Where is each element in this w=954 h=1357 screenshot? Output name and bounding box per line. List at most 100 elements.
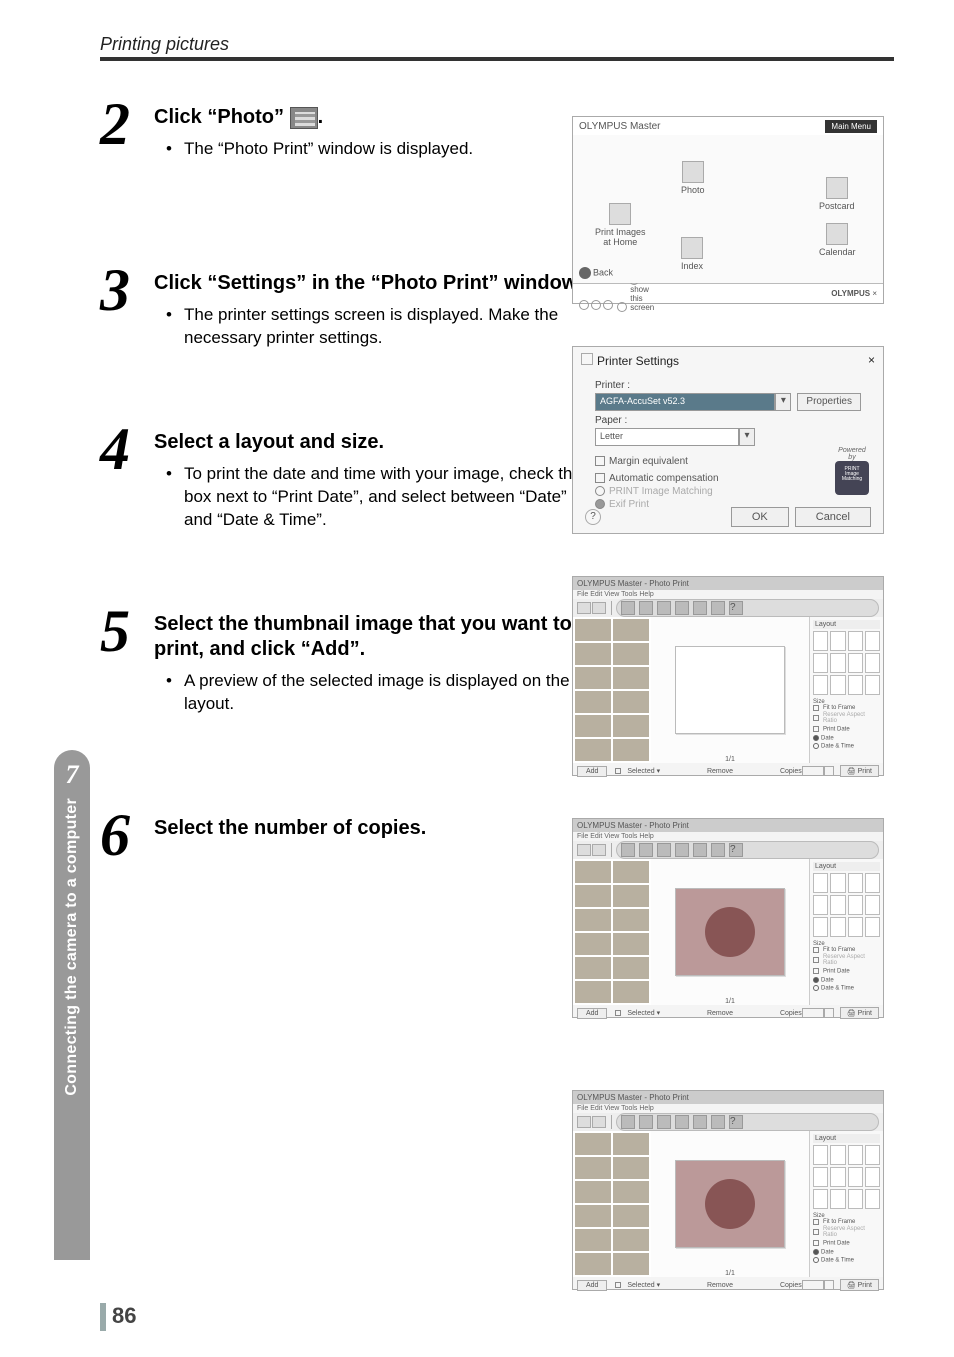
layout-option[interactable] — [830, 1167, 845, 1187]
print-date-checkbox[interactable] — [813, 1240, 819, 1246]
layout-option[interactable] — [865, 873, 880, 893]
pp-menu-bar[interactable]: File Edit View Tools Help — [573, 590, 883, 599]
thumbnail-item[interactable] — [575, 691, 611, 713]
tab-postcard-icon[interactable] — [657, 843, 671, 857]
layout-option[interactable] — [865, 1145, 880, 1165]
tab-index-icon[interactable] — [639, 601, 653, 615]
layout-option[interactable] — [813, 653, 828, 673]
layout-option[interactable] — [830, 675, 845, 695]
thumbnail-item[interactable] — [575, 981, 611, 1003]
add-button[interactable]: Add — [577, 1280, 607, 1291]
tab-preview-icon[interactable] — [711, 843, 725, 857]
thumbnail-item[interactable] — [575, 715, 611, 737]
close-button[interactable]: × — [868, 353, 875, 368]
reserve-aspect-checkbox[interactable] — [813, 957, 819, 963]
datetime-radio[interactable] — [813, 985, 819, 991]
tab-postcard-icon[interactable] — [657, 601, 671, 615]
remove-button[interactable]: Remove — [707, 1010, 733, 1017]
datetime-radio[interactable] — [813, 743, 819, 749]
menu-item-photo[interactable]: Photo — [681, 161, 705, 195]
print-button[interactable]: 🖨 Print — [840, 765, 879, 777]
paper-dropdown[interactable]: Letter — [595, 428, 739, 446]
thumbnail-item[interactable] — [575, 957, 611, 979]
tab-help-icon[interactable]: ? — [729, 601, 743, 615]
layout-option[interactable] — [813, 873, 828, 893]
tab-photo-icon[interactable] — [621, 601, 635, 615]
thumbnail-item[interactable] — [575, 619, 611, 641]
options-circle-icon[interactable] — [603, 300, 613, 310]
layout-option[interactable] — [848, 1189, 863, 1209]
tab-postcard-icon[interactable] — [657, 1115, 671, 1129]
date-radio[interactable] — [813, 977, 819, 983]
layout-option[interactable] — [848, 1145, 863, 1165]
layout-option[interactable] — [848, 631, 863, 651]
thumbnail-item[interactable] — [575, 933, 611, 955]
layout-option[interactable] — [813, 1167, 828, 1187]
thumbnail-item[interactable] — [575, 739, 611, 761]
copies-spinner[interactable] — [824, 1008, 834, 1018]
thumbnail-item[interactable] — [575, 667, 611, 689]
menu-item-calendar[interactable]: Calendar — [819, 223, 856, 257]
layout-option[interactable] — [848, 917, 863, 937]
copies-spinner[interactable] — [824, 766, 834, 776]
fit-to-frame-checkbox[interactable] — [813, 1219, 819, 1225]
thumbnail-item[interactable] — [613, 1157, 649, 1179]
thumbnail-item[interactable] — [613, 619, 649, 641]
thumbnail-item[interactable] — [613, 1229, 649, 1251]
nav-next-button[interactable] — [592, 1116, 606, 1128]
print-date-checkbox[interactable] — [813, 726, 819, 732]
reserve-aspect-checkbox[interactable] — [813, 715, 819, 721]
back-button[interactable]: Back — [579, 267, 613, 279]
margin-equivalent-row[interactable]: Margin equivalent — [595, 456, 861, 467]
thumbnail-item[interactable] — [613, 1205, 649, 1227]
nav-prev-button[interactable] — [577, 602, 591, 614]
tab-photo-icon[interactable] — [621, 843, 635, 857]
pp-menu-bar[interactable]: File Edit View Tools Help — [573, 832, 883, 841]
menu-item-print-images[interactable]: Print Images at Home — [595, 203, 646, 247]
tab-settings-icon[interactable] — [693, 1115, 707, 1129]
layout-option[interactable] — [848, 873, 863, 893]
ok-button[interactable]: OK — [731, 507, 789, 527]
thumbnail-item[interactable] — [613, 715, 649, 737]
layout-option[interactable] — [830, 917, 845, 937]
tab-index-icon[interactable] — [639, 1115, 653, 1129]
layout-option[interactable] — [830, 873, 845, 893]
print-button[interactable]: 🖨 Print — [840, 1279, 879, 1291]
auto-compensation-row[interactable]: Automatic compensation — [595, 473, 861, 484]
layout-option[interactable] — [865, 653, 880, 673]
thumbnail-item[interactable] — [575, 1229, 611, 1251]
thumbnail-item[interactable] — [613, 1253, 649, 1275]
layout-option[interactable] — [848, 895, 863, 915]
thumbnail-item[interactable] — [575, 861, 611, 883]
cancel-button[interactable]: Cancel — [795, 507, 871, 527]
layout-frame-empty[interactable] — [675, 646, 785, 734]
thumbnail-item[interactable] — [575, 1133, 611, 1155]
layout-option[interactable] — [848, 653, 863, 673]
thumbnail-item[interactable] — [613, 1133, 649, 1155]
tab-preview-icon[interactable] — [711, 1115, 725, 1129]
layout-option[interactable] — [830, 631, 845, 651]
thumbnail-item[interactable] — [613, 957, 649, 979]
thumbnail-item[interactable] — [613, 933, 649, 955]
layout-option[interactable] — [848, 1167, 863, 1187]
nav-prev-button[interactable] — [577, 844, 591, 856]
layout-option[interactable] — [813, 917, 828, 937]
margin-equivalent-checkbox[interactable] — [595, 456, 605, 466]
layout-option[interactable] — [865, 1189, 880, 1209]
tab-photo-icon[interactable] — [621, 1115, 635, 1129]
layout-option[interactable] — [865, 895, 880, 915]
print-button[interactable]: 🖨 Print — [840, 1007, 879, 1019]
layout-frame-with-image[interactable] — [675, 1160, 785, 1248]
tab-help-icon[interactable]: ? — [729, 1115, 743, 1129]
layout-option[interactable] — [865, 917, 880, 937]
thumbnail-item[interactable] — [613, 861, 649, 883]
help-circle-icon[interactable] — [579, 300, 589, 310]
pp-menu-bar[interactable]: File Edit View Tools Help — [573, 1104, 883, 1113]
thumbnail-item[interactable] — [575, 1181, 611, 1203]
layout-option[interactable] — [813, 895, 828, 915]
thumbnail-item[interactable] — [613, 885, 649, 907]
layout-option[interactable] — [813, 631, 828, 651]
nav-prev-button[interactable] — [577, 1116, 591, 1128]
tab-calendar-icon[interactable] — [675, 843, 689, 857]
layout-option[interactable] — [830, 653, 845, 673]
